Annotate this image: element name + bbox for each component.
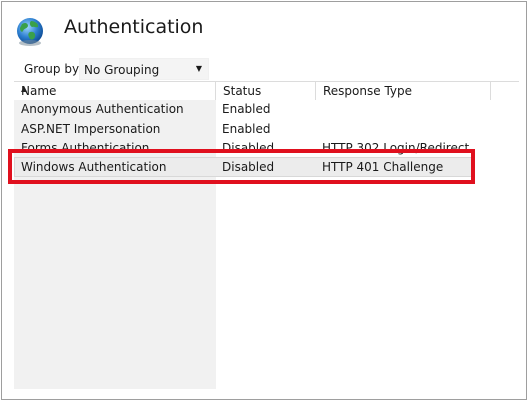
- highlight-annotation: [8, 149, 475, 184]
- page-title: Authentication: [64, 16, 204, 38]
- group-by-dropdown[interactable]: No Grouping ▼: [79, 58, 209, 80]
- row-name: ASP.NET Impersonation: [21, 122, 161, 136]
- sort-ascending-icon: ▲: [21, 84, 28, 93]
- row-status: Enabled: [222, 102, 271, 116]
- column-header-name[interactable]: Name ▲: [14, 82, 216, 100]
- globe-icon: [17, 18, 43, 46]
- table-header: Name ▲ Status Response Type: [14, 82, 519, 100]
- table-row[interactable]: ASP.NET Impersonation Enabled: [14, 120, 475, 140]
- column-header-status[interactable]: Status: [216, 82, 316, 100]
- table-row[interactable]: Anonymous Authentication Enabled: [14, 100, 475, 120]
- column-header-response-type-label: Response Type: [323, 84, 413, 98]
- column-header-response-type[interactable]: Response Type: [316, 82, 491, 100]
- chevron-down-icon: ▼: [195, 64, 202, 73]
- features-table: Name ▲ Status Response Type Anonymous Au…: [14, 82, 519, 389]
- column-header-status-label: Status: [223, 84, 262, 98]
- row-status: Enabled: [222, 122, 271, 136]
- group-by-label: Group by:: [24, 62, 83, 76]
- group-by-bar: Group by: No Grouping ▼: [14, 57, 519, 82]
- authentication-panel: Authentication Group by: No Grouping ▼ N…: [1, 1, 527, 400]
- row-name: Anonymous Authentication: [21, 102, 184, 116]
- group-by-value: No Grouping: [84, 63, 160, 77]
